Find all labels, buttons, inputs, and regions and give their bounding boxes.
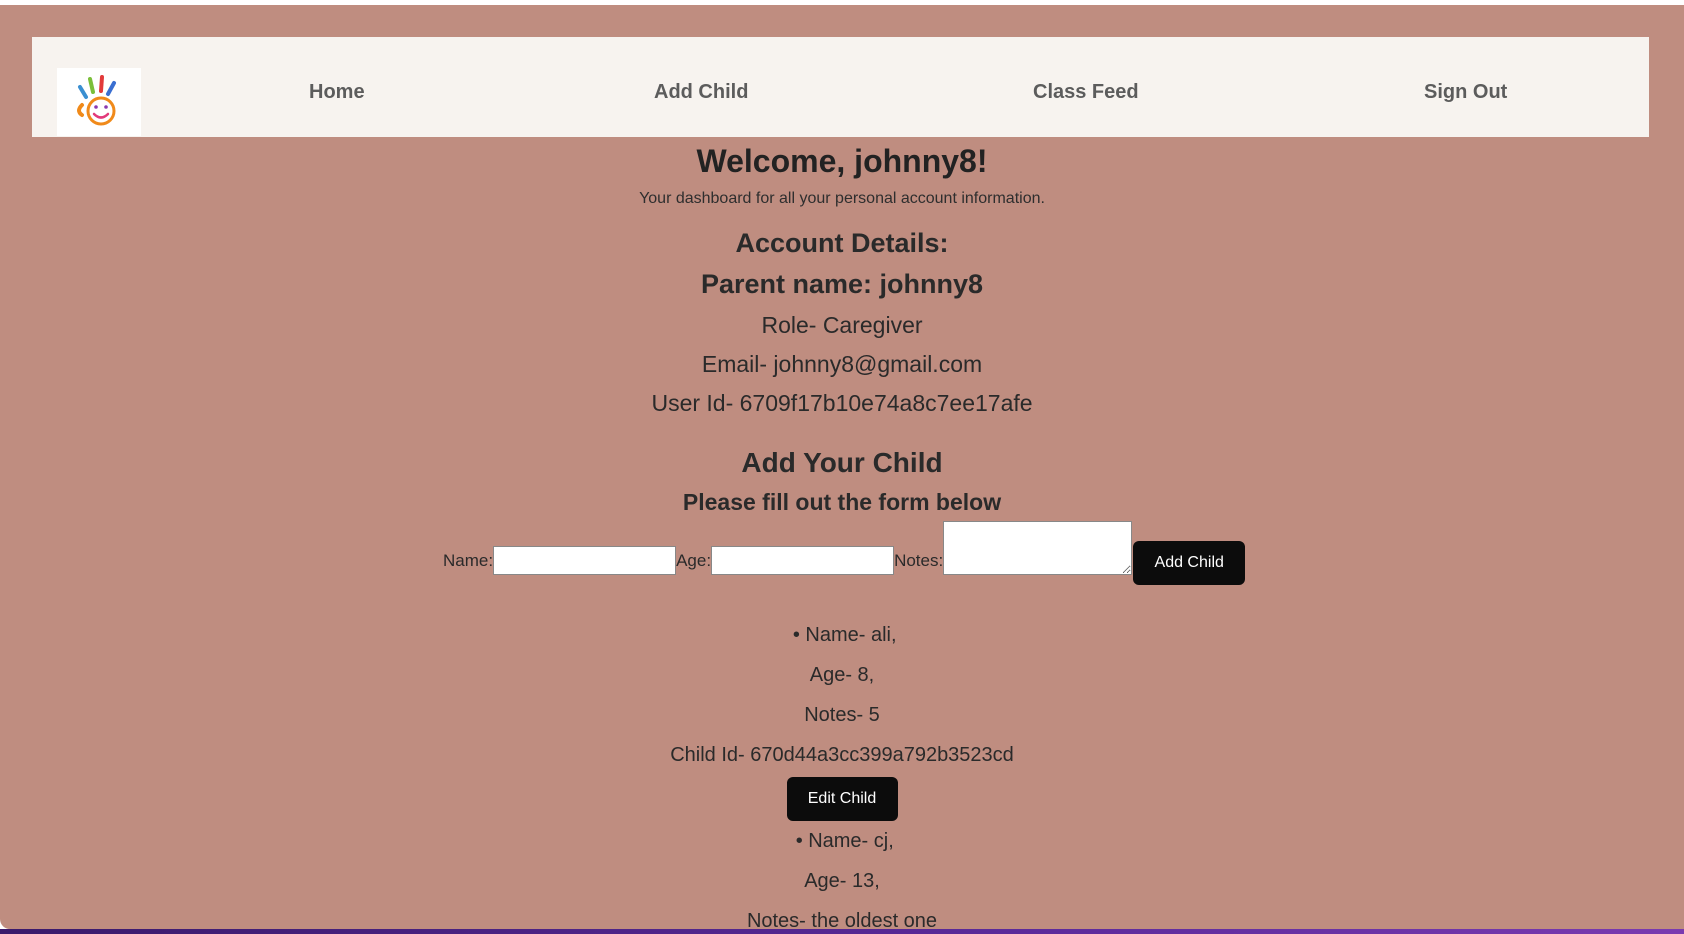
child-name: Name- ali, [805, 624, 897, 646]
add-child-form: Name: Age: Notes: Add Child [443, 521, 1246, 585]
email-text: Email- johnny8@gmail.com [701, 351, 983, 377]
child-age: Age- 13, [804, 870, 880, 892]
add-child-button[interactable]: Add Child [1133, 541, 1246, 585]
child-notes-textarea[interactable] [943, 521, 1133, 575]
account-details-heading: Account Details: [735, 228, 949, 258]
dashboard-subtitle: Your dashboard for all your personal acc… [639, 190, 1045, 207]
dashboard-content: Welcome, johnny8! Your dashboard for all… [0, 137, 1684, 516]
nav-home-link[interactable]: Home [309, 81, 365, 104]
bullet-icon: • [792, 624, 800, 646]
children-list: • Name- ali, Age- 8, Notes- 5 Child Id- 6… [0, 615, 1684, 929]
name-label: Name: [443, 551, 494, 570]
notes-label: Notes: [894, 551, 944, 570]
list-item: • Name- ali, Age- 8, Notes- 5 Child Id- 6… [0, 615, 1684, 821]
child-age-input[interactable] [711, 546, 895, 575]
hand-smiley-logo-icon [77, 75, 116, 126]
child-name: Name- cj, [808, 830, 894, 852]
child-age: Age- 8, [809, 664, 875, 686]
welcome-heading: Welcome, johnny8! [696, 143, 988, 179]
child-notes: Notes- 5 [804, 704, 880, 726]
form-instructions: Please fill out the form below [682, 489, 1002, 515]
parent-name: Parent name: johnny8 [700, 269, 984, 299]
age-label: Age: [676, 551, 712, 570]
list-item: • Name- cj, Age- 13, Notes- the oldest on… [0, 821, 1684, 929]
nav-add-child-link[interactable]: Add Child [654, 81, 748, 104]
bottom-edge [0, 929, 1684, 934]
edit-child-button[interactable]: Edit Child [786, 777, 898, 821]
child-name-input[interactable] [493, 546, 677, 575]
child-notes: Notes- the oldest one [746, 910, 938, 929]
child-id: Child Id- 670d44a3cc399a792b3523cd [670, 744, 1014, 766]
add-child-heading: Add Your Child [741, 447, 943, 478]
role-text: Role- Caregiver [761, 312, 923, 338]
logo[interactable] [57, 68, 141, 136]
nav-class-feed-link[interactable]: Class Feed [1033, 81, 1139, 104]
bullet-icon: • [795, 830, 803, 852]
user-id-text: User Id- 6709f17b10e74a8c7ee17afe [651, 390, 1033, 416]
nav-sign-out-link[interactable]: Sign Out [1424, 81, 1507, 104]
navbar: Home Add Child Class Feed Sign Out [32, 37, 1649, 137]
app-container: Home Add Child Class Feed Sign Out Welco… [0, 5, 1684, 929]
